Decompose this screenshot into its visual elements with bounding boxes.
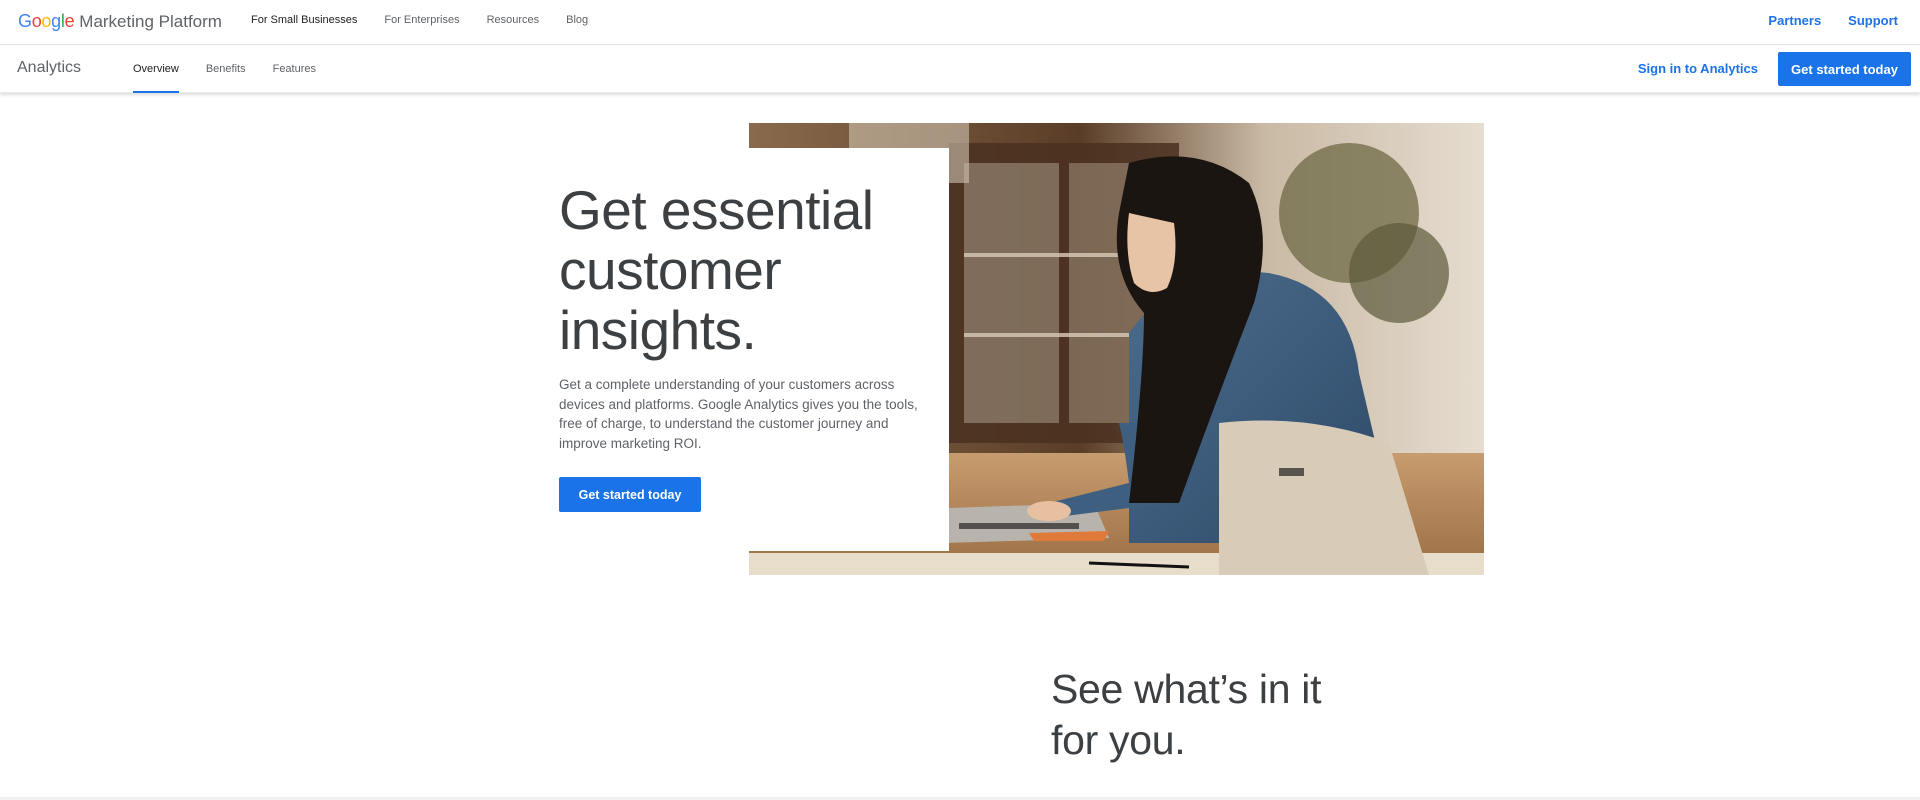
get-started-button-hero[interactable]: Get started today [559,477,701,512]
google-wordmark: Google [18,11,75,32]
tab-features[interactable]: Features [273,46,316,93]
google-letter: G [18,11,32,31]
partners-link[interactable]: Partners [1768,13,1821,28]
hero-title: Get essential customer insights. [559,180,939,360]
hero-title-line: customer [559,239,782,301]
hero-title-line: Get essential [559,179,874,241]
section-title: See what’s in it for you. [1051,664,1411,766]
tab-overview[interactable]: Overview [133,46,179,93]
top-nav-resources[interactable]: Resources [487,14,540,26]
top-right-links: Partners Support [1768,13,1898,28]
hero-content: Get essential customer insights. Get a c… [559,180,939,512]
brand-suffix: Marketing Platform [79,12,222,31]
google-letter: e [64,11,75,31]
tab-benefits[interactable]: Benefits [206,46,246,93]
top-nav-blog[interactable]: Blog [566,14,588,26]
sign-in-link[interactable]: Sign in to Analytics [1638,61,1758,76]
google-letter: o [41,11,52,31]
hero-title-line: insights. [559,299,757,361]
product-nav-bar: Analytics Overview Benefits Features Sig… [0,46,1920,93]
product-tabs: Overview Benefits Features [133,46,343,93]
google-letter: g [51,11,61,31]
top-nav-small-businesses[interactable]: For Small Businesses [251,14,357,26]
section-title-line: See what’s in it [1051,666,1322,712]
support-link[interactable]: Support [1848,13,1898,28]
section-title-line: for you. [1051,717,1186,763]
top-nav-enterprises[interactable]: For Enterprises [384,14,459,26]
top-nav: For Small Businesses For Enterprises Res… [251,14,615,26]
top-bar: Google Marketing Platform For Small Busi… [0,0,1920,45]
google-marketing-platform-logo[interactable]: Google Marketing Platform [18,11,222,32]
google-letter: o [31,11,42,31]
get-started-button-header[interactable]: Get started today [1778,52,1911,86]
product-name[interactable]: Analytics [17,59,81,77]
hero-description: Get a complete understanding of your cus… [559,377,918,451]
